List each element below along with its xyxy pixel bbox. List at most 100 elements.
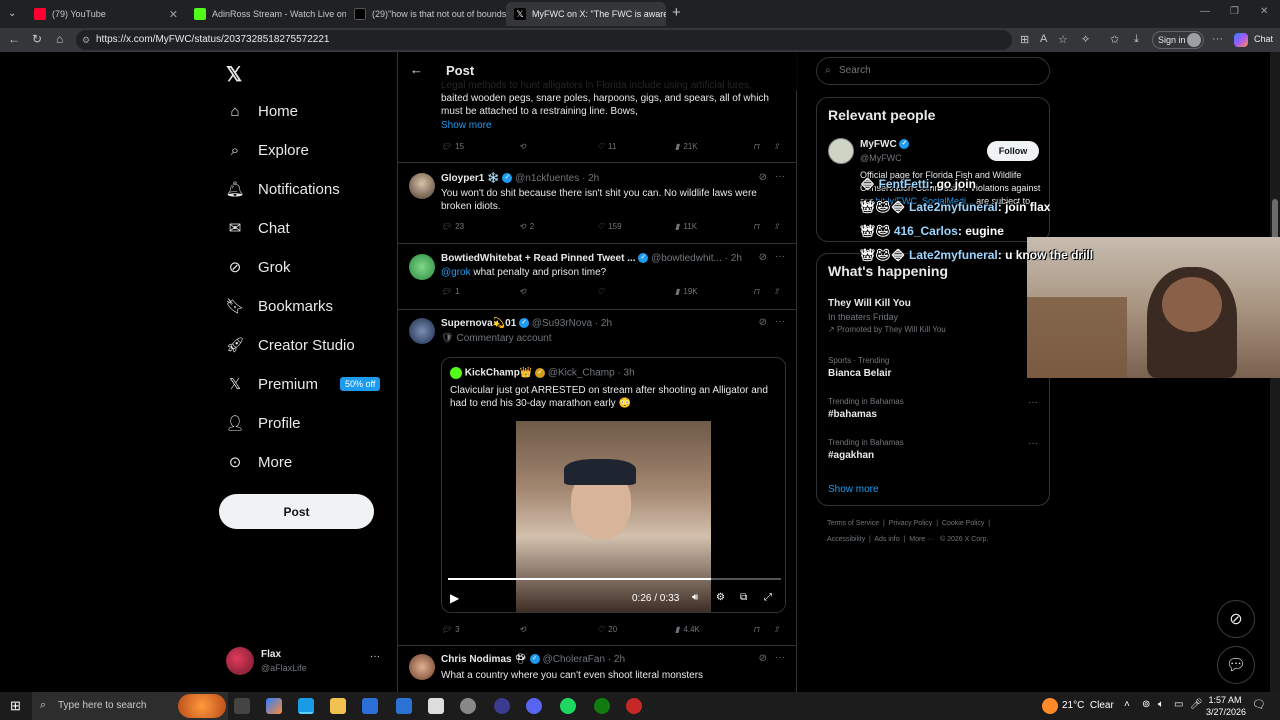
nav-premium[interactable]: 𝕏 Premium 50% off	[226, 375, 381, 393]
footer-link[interactable]: Ads info	[874, 536, 899, 543]
speaker-icon[interactable]: 🔈︎	[1158, 699, 1164, 710]
more-dots-icon[interactable]: ···	[775, 652, 785, 663]
share-button[interactable]: ⇧	[773, 625, 780, 634]
video-player[interactable]: ▶ 0:26 / 0:33 🔊︎ ⚙ ⧉ ⤢	[442, 421, 785, 612]
views-button[interactable]: ▮ 4.4K	[675, 625, 700, 634]
footer-link[interactable]: Terms of Service	[827, 520, 879, 527]
post-button[interactable]: Post	[219, 494, 374, 529]
back-arrow-icon[interactable]: ←	[410, 62, 423, 77]
trend-item[interactable]: Trending in Bahamas #bahamas ···	[828, 397, 1038, 420]
views-button[interactable]: ▮ 21K	[675, 142, 698, 151]
reply-tweet[interactable]: Gloyper1 ❄️ ✓ @n1ckfuentes · 2h ⊘ ··· Yo…	[398, 163, 797, 244]
footer-link[interactable]: Privacy Policy	[889, 520, 933, 527]
notepad-icon[interactable]	[428, 698, 444, 714]
extensions-icon[interactable]: ⟡	[1082, 33, 1089, 46]
weather-text[interactable]: 21°C Clear	[1062, 700, 1114, 711]
nav-notifications[interactable]: 🔔︎ Notifications	[225, 180, 339, 199]
like-button[interactable]: ♡	[597, 287, 604, 296]
copilot-taskbar-icon[interactable]	[266, 698, 282, 714]
repost-button[interactable]: ⟲	[519, 625, 526, 634]
more-dots-icon[interactable]: ···	[775, 171, 785, 182]
grok-icon[interactable]: ⊘	[759, 317, 767, 328]
like-button[interactable]: ♡ 159	[597, 222, 622, 231]
volume-icon[interactable]: 🔊︎	[692, 592, 698, 603]
show-more-link[interactable]: Show more	[828, 484, 879, 495]
views-button[interactable]: ▮ 19K	[675, 287, 698, 296]
network-icon[interactable]: ▭	[1174, 699, 1183, 710]
trend-item[interactable]: Sports · Trending Bianca Belair	[828, 356, 1038, 379]
url-field[interactable]: ⚙ https://x.com/MyFWC/status/20373285182…	[76, 30, 1012, 50]
bookmark-button[interactable]: ⊓	[753, 287, 759, 296]
new-tab-plus-icon[interactable]: +	[672, 4, 681, 21]
sign-in-button[interactable]: Sign in	[1152, 31, 1204, 49]
mic-icon[interactable]: 🎤︎	[1190, 699, 1203, 710]
person-name[interactable]: MyFWC	[860, 139, 897, 150]
reply-button[interactable]: 💬︎ 1	[441, 287, 460, 296]
repost-button[interactable]: ⟲ 2	[519, 222, 534, 231]
trend-item[interactable]: Trending in Bahamas #agakhan ···	[828, 438, 1038, 461]
nav-chat[interactable]: ✉ Chat	[226, 219, 290, 238]
window-close-icon[interactable]: ✕	[1260, 6, 1268, 17]
more-dots-icon[interactable]: ···	[775, 251, 785, 262]
file-explorer-icon[interactable]	[330, 698, 346, 714]
quote-tweet[interactable]: KickChamp👑 ✓ @Kick_Champ · 3h Clavicular…	[441, 357, 786, 613]
clock-date[interactable]: 3/27/2026	[1204, 707, 1248, 717]
repost-button[interactable]: ⟲	[519, 287, 526, 296]
bookmark-button[interactable]: ⊓	[753, 625, 759, 634]
more-dots-icon[interactable]: ···	[1028, 438, 1038, 449]
footer-link[interactable]: Cookie Policy	[942, 520, 984, 527]
share-button[interactable]: ⇧	[773, 287, 780, 296]
more-dots-icon[interactable]: ···	[775, 316, 785, 327]
reply-button[interactable]: 💬︎ 23	[441, 222, 464, 231]
nav-explore[interactable]: ⌕ Explore	[226, 141, 309, 159]
bookmark-button[interactable]: ⊓	[753, 222, 759, 231]
nav-creator-studio[interactable]: 🚀︎ Creator Studio	[225, 336, 354, 355]
follow-button[interactable]: Follow	[987, 141, 1039, 161]
task-view-icon[interactable]	[234, 698, 250, 714]
nav-grok[interactable]: ⊘ Grok	[226, 258, 291, 277]
share-button[interactable]: ⇧	[773, 142, 780, 151]
more-dots-icon[interactable]: ···	[1028, 397, 1038, 408]
refresh-icon[interactable]: ↻	[32, 32, 42, 46]
tab-kick[interactable]: AdinRoss Stream - Watch Live on ✕	[186, 2, 346, 26]
grok-fab[interactable]: ⊘	[1217, 600, 1255, 638]
app-icon[interactable]	[460, 698, 476, 714]
nav-more[interactable]: ⊙ More	[226, 453, 292, 472]
grok-icon[interactable]: ⊘	[759, 252, 767, 263]
taskbar-search[interactable]: ⌕ Type here to search	[32, 692, 228, 720]
home-browser-icon[interactable]: ⌂	[56, 32, 63, 46]
repost-button[interactable]: ⟲	[519, 142, 526, 151]
account-switcher[interactable]: Flax @aFlaxLife ···	[226, 647, 386, 677]
back-icon[interactable]: ←	[8, 32, 20, 46]
tab-tiktok[interactable]: (29)"how is that not out of bounds ✕	[346, 2, 506, 26]
restore-icon[interactable]: ❐	[1230, 6, 1239, 17]
chat-fab[interactable]: 💬︎	[1217, 646, 1255, 684]
app-available-icon[interactable]: ⊞	[1020, 33, 1029, 46]
footer-link[interactable]: Accessibility	[827, 536, 865, 543]
notifications-icon[interactable]: 🗨︎	[1252, 698, 1266, 711]
favorite-star-icon[interactable]: ☆	[1058, 33, 1068, 46]
share-button[interactable]: ⇧	[773, 222, 780, 231]
nav-bookmarks[interactable]: 🔖︎ Bookmarks	[225, 297, 333, 316]
close-icon[interactable]: ✕	[169, 8, 178, 21]
downloads-icon[interactable]: ⤓	[1134, 33, 1139, 46]
more-dots-icon[interactable]: ···	[370, 651, 380, 662]
spotify-icon[interactable]	[560, 698, 576, 714]
reply-tweet[interactable]: Chris Nodimas 🍄︎ ✓ @CholeraFan · 2h ⊘ ··…	[398, 646, 797, 692]
app-icon[interactable]	[494, 698, 510, 714]
xbox-icon[interactable]	[594, 698, 610, 714]
favorites-icon[interactable]: ✩	[1110, 33, 1119, 46]
copilot-icon[interactable]	[1234, 33, 1248, 47]
nav-home[interactable]: ⌂ Home	[226, 102, 298, 120]
discord-icon[interactable]	[526, 698, 542, 714]
like-button[interactable]: ♡ 11	[597, 142, 616, 151]
tab-list-chevron-icon[interactable]: ⌄	[8, 8, 16, 19]
windows-start-icon[interactable]: ⊞	[10, 698, 21, 714]
clock-time[interactable]: 1:57 AM	[1206, 695, 1244, 705]
tray-chevron-icon[interactable]: ˄	[1124, 699, 1130, 710]
weather-icon[interactable]	[1042, 698, 1058, 714]
grok-icon[interactable]: ⊘	[759, 172, 767, 183]
video-progress-track[interactable]	[448, 578, 781, 580]
tray-app-icon[interactable]: ⊚	[1142, 699, 1150, 710]
trend-item[interactable]: They Will Kill You In theaters Friday ↗ …	[828, 298, 1038, 334]
